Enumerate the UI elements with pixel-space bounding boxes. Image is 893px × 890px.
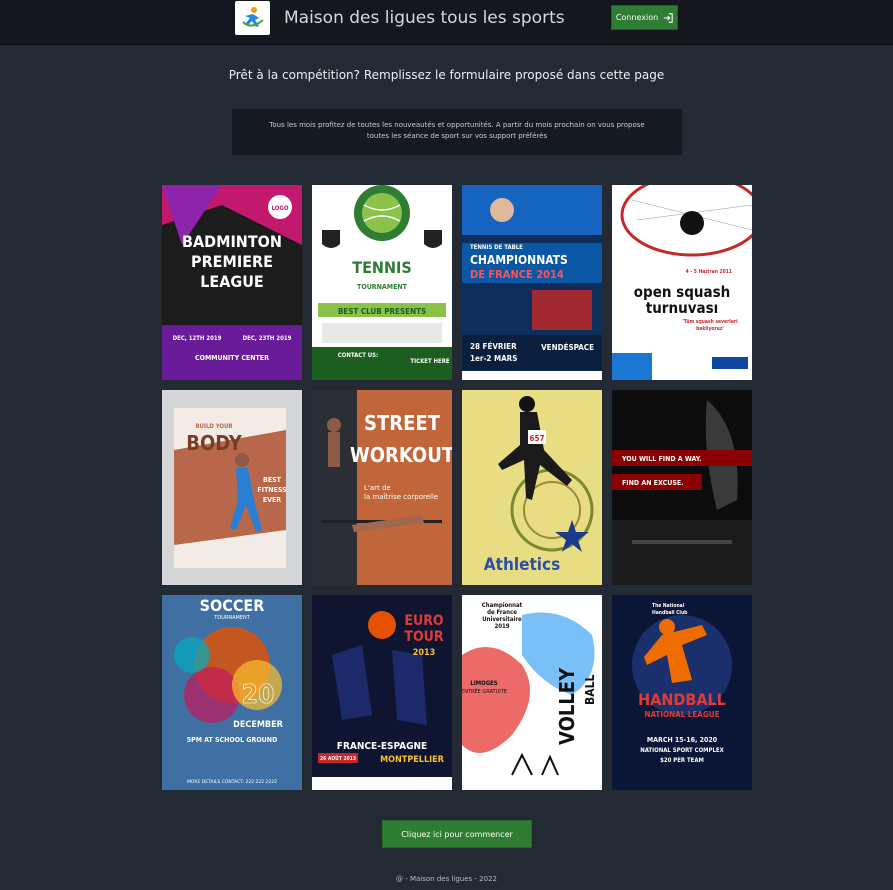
svg-text:LOGO: LOGO <box>272 205 289 212</box>
poster-badminton[interactable]: LOGO BADMINTON PREMIERE LEAGUE DEC, 12TH… <box>162 185 302 380</box>
poster-tennis-line-1: TENNIS <box>352 258 411 277</box>
poster-fitness[interactable]: BUILD YOUR BODY BEST FITNESS EVER <box>162 390 302 585</box>
poster-fitness-line-1: BUILD YOUR <box>195 423 233 430</box>
poster-handball-line-4: NATIONAL LEAGUE <box>644 710 719 719</box>
poster-workout-line-3: L'art de <box>364 484 391 492</box>
poster-volley-line-7: LIMOGES <box>470 680 498 687</box>
poster-workout-line-2: WORKOUT <box>350 443 452 467</box>
poster-soccer-line-1: SOCCER <box>200 596 265 615</box>
poster-handball-line-1: The National <box>652 603 685 609</box>
poster-badminton-line-6: COMMUNITY CENTER <box>195 354 269 362</box>
poster-fitness-line-3: BEST <box>263 476 282 484</box>
poster-soccer-line-4: DECEMBER <box>233 720 283 730</box>
poster-gym-motivation[interactable]: YOU WILL FIND A WAY. FIND AN EXCUSE. <box>612 390 752 585</box>
poster-workout-line-1: STREET <box>364 411 441 435</box>
poster-grid: LOGO BADMINTON PREMIERE LEAGUE DEC, 12TH… <box>162 185 752 790</box>
poster-handball-line-6: NATIONAL SPORT COMPLEX <box>640 747 724 754</box>
poster-fitness-line-5: EVER <box>263 496 281 504</box>
login-button[interactable]: Connexion <box>611 5 678 30</box>
poster-basketball-line-4: FRANCE-ESPAGNE <box>337 741 427 752</box>
sport-logo-icon[interactable] <box>235 1 270 35</box>
poster-athletics-line-1: 657 <box>529 434 544 443</box>
poster-athletics-line-2: Athletics <box>484 555 560 575</box>
poster-soccer-line-6: MORE DETAILS CONTACT: 222 222 2222 <box>187 779 277 785</box>
poster-volley-line-1: Championnat <box>482 602 523 609</box>
poster-fitness-line-4: FITNESS <box>257 486 287 494</box>
poster-squash-line-4: 'Tüm squash severleri <box>682 319 738 325</box>
poster-badminton-line-2: PREMIERE <box>191 252 273 271</box>
poster-athletics[interactable]: 657 Athletics <box>462 390 602 585</box>
poster-squash-line-3: turnuvası <box>646 299 719 317</box>
poster-soccer-line-2: TOURNAMENT <box>213 615 250 621</box>
poster-basketball-line-1: EURO <box>404 613 444 629</box>
poster-table-line-1: TENNIS DE TABLE <box>470 244 523 251</box>
poster-volley[interactable]: Championnat de France Universitaire 2019… <box>462 595 602 790</box>
poster-squash-line-1: 4 - 5 Haziran 2011 <box>686 269 732 275</box>
poster-table-line-3: DE FRANCE 2014 <box>470 268 564 281</box>
poster-volley-line-8: ENTRÉE GRATUITE <box>462 687 507 695</box>
start-button[interactable]: Cliquez ici pour commencer <box>382 820 532 848</box>
poster-handball-line-2: Handball Club <box>652 610 688 616</box>
poster-tennis-de-table[interactable]: TENNIS DE TABLE CHAMPIONNATS DE FRANCE 2… <box>462 185 602 380</box>
poster-table-line-4: 28 FÉVRIER <box>470 340 517 351</box>
poster-table-line-6: VENDÉSPACE <box>541 341 594 352</box>
poster-volley-line-2: de France <box>487 609 517 616</box>
sign-in-icon <box>663 12 673 23</box>
poster-table-line-2: CHAMPIONNATS <box>470 253 568 267</box>
poster-handball-line-7: $20 PER TEAM <box>660 757 704 764</box>
poster-basketball-line-3: 2013 <box>413 648 436 658</box>
poster-badminton-line-1: BADMINTON <box>182 232 282 251</box>
poster-tennis-line-4: CONTACT US: <box>338 352 378 359</box>
poster-soccer-line-5: 5PM AT SCHOOL GROUND <box>187 736 278 744</box>
poster-basketball-line-6: 26 AOÛT 2013 <box>320 755 356 762</box>
poster-street-workout[interactable]: STREET WORKOUT L'art de la maîtrise corp… <box>312 390 452 585</box>
poster-handball-line-5: MARCH 15-16, 2020 <box>647 736 718 744</box>
poster-soccer[interactable]: SOCCER TOURNAMENT 20 DECEMBER 5PM AT SCH… <box>162 595 302 790</box>
poster-soccer-line-3: 20 <box>242 680 275 710</box>
poster-basketball-line-2: TOUR <box>404 629 444 645</box>
poster-squash[interactable]: 4 - 5 Haziran 2011 open squash turnuvası… <box>612 185 752 380</box>
poster-squash-line-5: bekliyoruz' <box>696 326 724 332</box>
page-headline: Prêt à la compétition? Remplissez le for… <box>228 68 665 82</box>
poster-gym-line-1: YOU WILL FIND A WAY. <box>621 455 702 463</box>
poster-tennis-line-5: TICKET HERE <box>410 358 449 365</box>
footer-text: @ - Maison des ligues - 2022 <box>396 875 497 883</box>
poster-volley-line-6: BALL <box>583 675 597 705</box>
site-title: Maison des ligues tous les sports <box>284 8 565 28</box>
poster-badminton-line-3: LEAGUE <box>200 272 263 291</box>
poster-tennis-line-2: TOURNAMENT <box>357 283 408 291</box>
poster-badminton-line-5: DEC, 23TH 2019 <box>243 335 292 342</box>
poster-workout-line-4: la maîtrise corporelle <box>364 493 438 501</box>
poster-gym-line-2: FIND AN EXCUSE. <box>622 479 684 487</box>
info-line-1: Tous les mois profitez de toutes les nou… <box>269 121 645 129</box>
poster-volley-line-5: VOLLEY <box>555 667 579 745</box>
poster-basketball[interactable]: EURO TOUR 2013 FRANCE-ESPAGNE 26 AOÛT 20… <box>312 595 452 790</box>
login-label: Connexion <box>615 13 659 22</box>
poster-basketball-line-5: MONTPELLIER <box>380 755 445 765</box>
poster-table-line-5: 1er-2 MARS <box>470 354 517 363</box>
poster-badminton-line-4: DEC, 12TH 2019 <box>173 335 222 342</box>
header: Maison des ligues tous les sports Connex… <box>0 0 893 45</box>
poster-tennis[interactable]: TENNIS TOURNAMENT BEST CLUB PRESENTS CON… <box>312 185 452 380</box>
poster-handball[interactable]: The National Handball Club HANDBALL NATI… <box>612 595 752 790</box>
info-line-2: toutes les séance de sport sur vos suppo… <box>366 132 548 140</box>
poster-handball-line-3: HANDBALL <box>638 690 726 709</box>
info-box: Tous les mois profitez de toutes les nou… <box>232 109 682 155</box>
poster-volley-line-4: 2019 <box>494 623 509 630</box>
poster-fitness-line-2: BODY <box>186 431 242 455</box>
poster-tennis-line-3: BEST CLUB PRESENTS <box>338 307 426 316</box>
poster-volley-line-3: Universitaire <box>482 616 522 623</box>
